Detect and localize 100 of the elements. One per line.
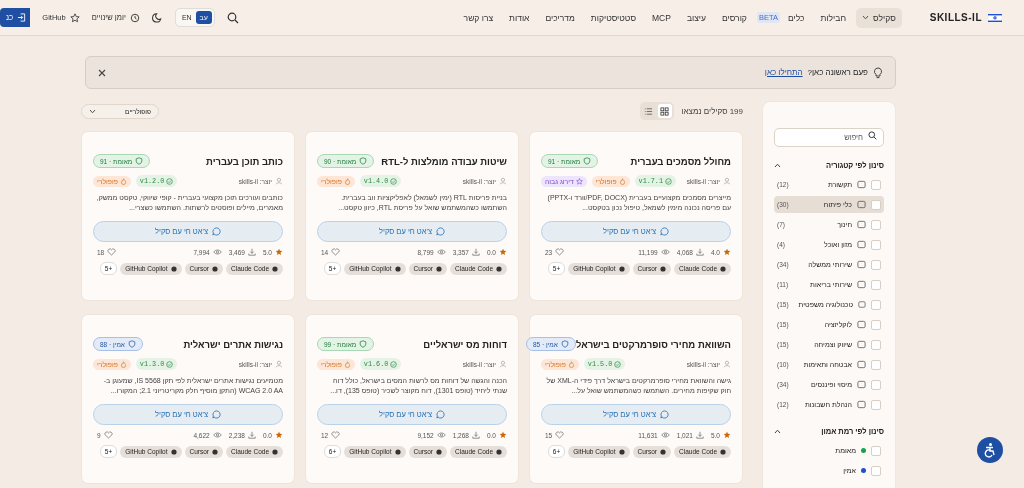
star-icon: [275, 248, 283, 256]
eye-icon: [212, 248, 222, 256]
nav-link[interactable]: MCP: [646, 7, 677, 28]
check-circle-icon: [390, 177, 398, 185]
chevron-icon[interactable]: [774, 163, 781, 168]
moon-icon[interactable]: [151, 12, 163, 23]
category-icon: [857, 340, 866, 349]
download-icon: [695, 248, 704, 256]
lightbulb-icon: [873, 66, 883, 79]
close-icon[interactable]: [98, 68, 106, 77]
heart-icon[interactable]: [107, 248, 117, 256]
category-icon: [857, 200, 866, 209]
download-icon: [471, 431, 480, 439]
checkbox[interactable]: [871, 445, 881, 456]
user-icon: [499, 360, 507, 368]
skill-title: דוחות מס ישראליים: [423, 338, 507, 350]
nav-link[interactable]: קורסים: [716, 7, 753, 28]
star-icon: [499, 248, 507, 256]
category-icon: [857, 380, 866, 389]
heart-icon[interactable]: [331, 248, 341, 256]
skill-card[interactable]: [529, 131, 743, 301]
list-icon: [644, 106, 653, 116]
flame-icon: [567, 360, 575, 368]
heart-icon[interactable]: [331, 431, 341, 439]
user-icon: [723, 177, 731, 185]
skill-card[interactable]: [81, 131, 295, 301]
history-icon: [129, 12, 140, 23]
accessibility-icon: [982, 442, 998, 458]
flame-icon: [618, 177, 626, 185]
banner-text: פעם ראשונה כאן?: [807, 68, 868, 77]
skill-card[interactable]: [305, 314, 519, 484]
chat-icon: [660, 227, 669, 236]
category-icon: [857, 320, 866, 329]
nav-link[interactable]: כלים: [781, 7, 811, 28]
login-button[interactable]: כנ: [0, 8, 31, 27]
skill-card[interactable]: [529, 314, 743, 484]
checkbox[interactable]: [871, 319, 881, 330]
checkbox[interactable]: [871, 379, 881, 390]
chat-icon: [212, 410, 221, 419]
chevron-icon[interactable]: [774, 429, 781, 434]
check-circle-icon: [390, 360, 398, 368]
star-outline-icon: [575, 177, 583, 185]
heart-icon[interactable]: [555, 248, 565, 256]
grid-icon: [660, 106, 669, 116]
nav-link[interactable]: סטטיסטיקות: [584, 7, 642, 28]
checkbox[interactable]: [871, 299, 881, 310]
nav-link[interactable]: חבילות: [814, 7, 852, 28]
star-icon: [499, 431, 507, 439]
chat-icon: [436, 410, 445, 419]
nav-link[interactable]: מדריכים: [539, 7, 581, 28]
checkbox[interactable]: [871, 219, 881, 230]
nav-link[interactable]: אודות: [503, 7, 536, 28]
star-icon: [275, 431, 283, 439]
checkbox[interactable]: [871, 399, 881, 410]
heart-icon[interactable]: [103, 431, 113, 439]
heart-icon[interactable]: [555, 431, 565, 439]
category-icon: [857, 180, 866, 189]
chat-icon: [436, 227, 445, 236]
skill-card[interactable]: [305, 131, 519, 301]
nav-link[interactable]: סקילס: [856, 7, 902, 28]
check-circle-icon: [166, 360, 174, 368]
site-logo[interactable]: SKILLS-IL: [929, 12, 982, 23]
start-here-link[interactable]: התחילו כאן: [764, 68, 803, 77]
nav-link[interactable]: עיצוב: [680, 7, 712, 28]
search-icon: [868, 131, 877, 140]
eye-icon: [436, 431, 446, 439]
check-circle-icon: [614, 360, 622, 368]
shield-icon: [583, 157, 592, 165]
skill-title: נגישות אתרים ישראלית: [183, 338, 283, 350]
flame-icon: [343, 360, 351, 368]
checkbox[interactable]: [871, 259, 881, 270]
user-icon: [723, 360, 731, 368]
user-icon: [499, 177, 507, 185]
login-icon: [17, 13, 27, 22]
category-icon: [857, 360, 866, 369]
flag-icon: [988, 12, 1002, 23]
shield-icon: [359, 340, 368, 348]
category-icon: [857, 280, 866, 289]
checkbox[interactable]: [871, 359, 881, 370]
eye-icon: [660, 248, 670, 256]
checkbox[interactable]: [871, 239, 881, 250]
star-icon: [723, 431, 731, 439]
skill-title: מחולל מסמכים בעברית: [630, 155, 731, 167]
skill-title: השוואת מחירי סופרמרקטים בישראל: [575, 338, 731, 350]
checkbox[interactable]: [871, 465, 881, 476]
nav-link[interactable]: צרו קשר: [457, 7, 500, 28]
skill-card[interactable]: [81, 314, 295, 484]
view-button[interactable]: [657, 104, 672, 118]
checkbox[interactable]: [871, 279, 881, 290]
accessibility-button[interactable]: [977, 437, 1003, 463]
download-icon: [695, 431, 704, 439]
checkbox[interactable]: [871, 339, 881, 350]
checkbox[interactable]: [871, 179, 881, 190]
download-icon: [247, 431, 256, 439]
chevron-down-icon: [862, 15, 869, 20]
star-icon: [723, 248, 731, 256]
flame-icon: [343, 177, 351, 185]
results-count: 199 סקילים נמצאו: [681, 106, 743, 116]
checkbox[interactable]: [871, 199, 881, 210]
search-icon[interactable]: [226, 11, 239, 24]
